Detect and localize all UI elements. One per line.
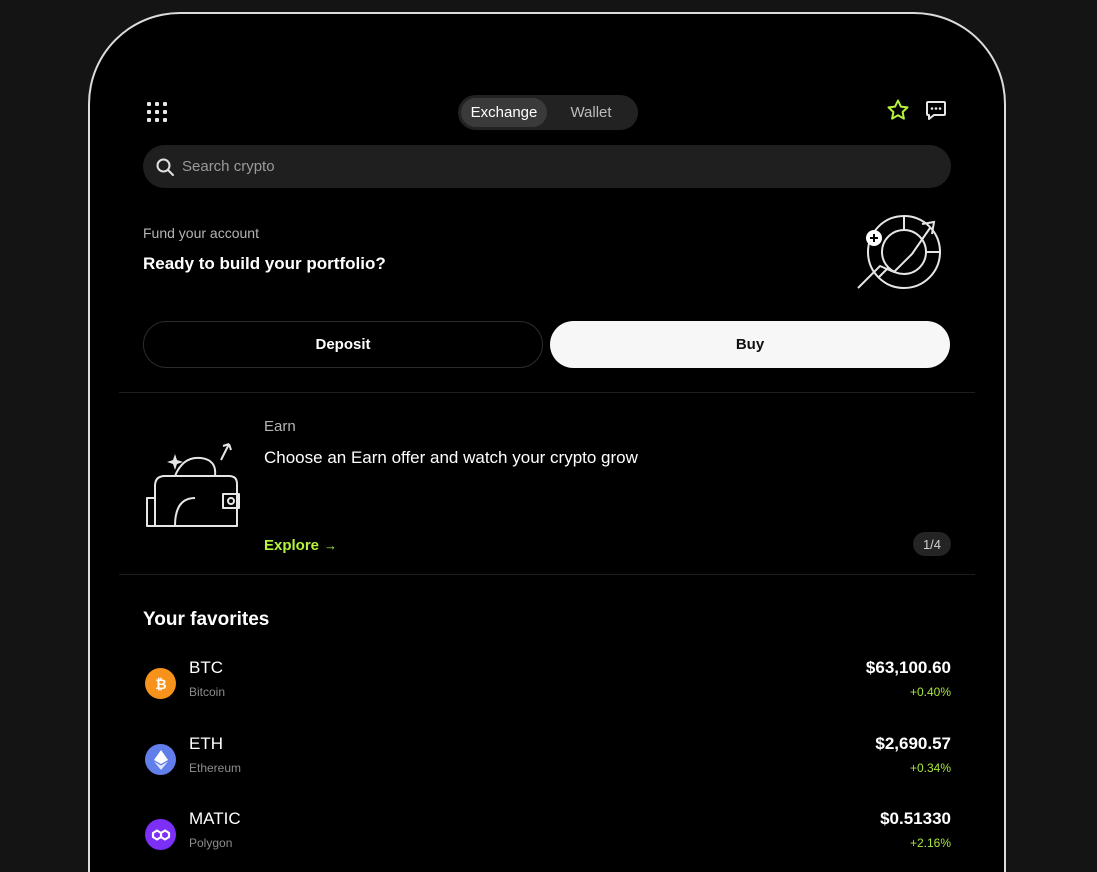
tab-exchange[interactable]: Exchange [461,98,547,127]
grid-menu-icon[interactable] [145,100,169,124]
coin-change: +2.16% [909,836,951,850]
deposit-button[interactable]: Deposit [143,321,543,368]
star-icon[interactable] [886,98,910,122]
wallet-growth-icon [146,443,240,527]
coin-price: $0.51330 [880,809,951,828]
portfolio-chart-icon [857,215,941,289]
fund-title: Ready to build your portfolio? [143,254,386,273]
coin-symbol: MATIC [189,809,241,828]
list-item-matic[interactable]: MATIC Polygon $0.51330 +2.16% [143,809,951,859]
divider [119,574,975,575]
polygon-icon [145,819,176,850]
phone-frame: Exchange Wallet Search crypto Fund your … [88,12,1006,872]
bitcoin-icon: ₿ [145,668,176,699]
coin-change: +0.40% [909,685,951,699]
svg-text:₿: ₿ [155,677,166,693]
earn-title: Choose an Earn offer and watch your cryp… [264,448,638,467]
carousel-pager: 1/4 [913,532,951,556]
arrow-right-icon: → [324,538,338,553]
coin-change: +0.34% [909,761,951,775]
earn-subtitle: Earn [264,418,296,435]
coin-symbol: ETH [189,734,223,753]
divider [119,392,975,393]
exchange-wallet-toggle: Exchange Wallet [458,95,638,130]
list-item-btc[interactable]: ₿ BTC Bitcoin $63,100.60 +0.40% [143,658,951,708]
ethereum-icon [145,744,176,775]
fund-subtitle: Fund your account [143,225,259,241]
search-icon [156,158,174,176]
coin-name: Bitcoin [189,685,226,699]
favorites-title: Your favorites [143,609,270,630]
coin-name: Polygon [189,836,233,850]
coin-price: $63,100.60 [865,658,951,677]
coin-price: $2,690.57 [875,734,951,753]
coin-symbol: BTC [189,658,223,677]
buy-button[interactable]: Buy [550,321,950,368]
search-placeholder: Search crypto [182,158,275,175]
search-input[interactable]: Search crypto [143,145,951,188]
tab-wallet[interactable]: Wallet [547,98,635,127]
list-item-eth[interactable]: ETH Ethereum $2,690.57 +0.34% [143,734,951,784]
explore-link[interactable]: Explore → [264,537,337,554]
coin-name: Ethereum [189,761,242,775]
explore-label: Explore [264,537,320,554]
chat-icon[interactable] [925,99,947,121]
